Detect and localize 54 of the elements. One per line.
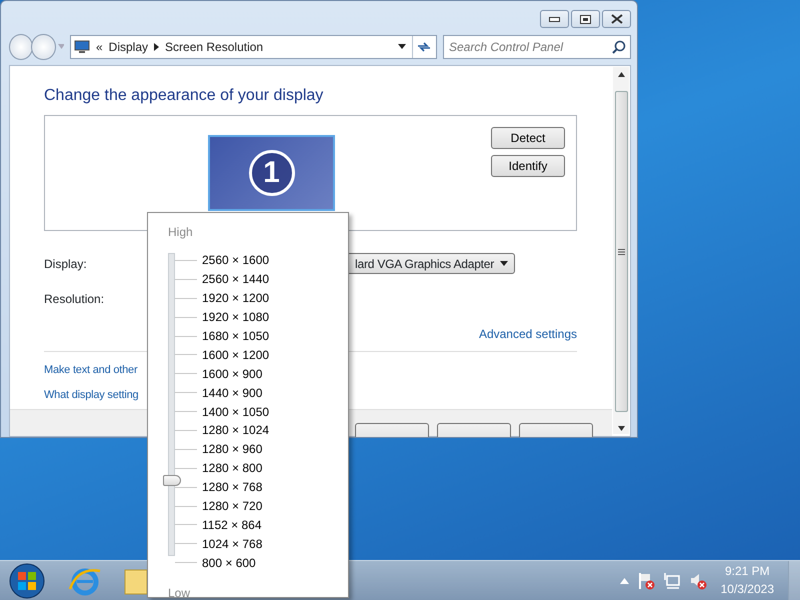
resolution-option[interactable]: 1600 × 1200 — [199, 346, 272, 364]
close-icon — [610, 14, 622, 24]
field-label: Resolution: — [44, 290, 104, 308]
help-link[interactable]: Make text and other — [44, 364, 138, 376]
resolution-option[interactable]: 2560 × 1600 — [199, 251, 272, 270]
forward-button[interactable] — [31, 34, 56, 60]
show-hidden-icons-button[interactable] — [620, 578, 629, 584]
scroll-bar[interactable] — [613, 67, 629, 434]
resolution-option[interactable]: 1024 × 768 — [199, 534, 266, 553]
high-label: High — [168, 224, 194, 241]
help-link[interactable]: What display setting — [44, 389, 138, 402]
address-bar[interactable]: « Display Screen Resolution — [70, 34, 437, 58]
slider-thumb[interactable] — [163, 474, 181, 486]
resolution-option[interactable]: 1280 × 720 — [199, 497, 266, 516]
back-button[interactable] — [9, 34, 34, 60]
dialog-button[interactable]: Detect — [491, 127, 565, 150]
monitor-icon — [74, 40, 90, 54]
resolution-option[interactable]: 800 × 600 — [199, 554, 259, 572]
low-label: Low — [168, 585, 192, 600]
dropdown-icon[interactable] — [398, 44, 406, 49]
restore-icon — [580, 14, 591, 24]
breadcrumb-link[interactable]: Screen Resolution — [165, 38, 264, 56]
flag-icon[interactable] — [636, 572, 655, 590]
resolution-option[interactable]: 1920 × 1200 — [199, 289, 272, 308]
search-field[interactable]: Search Control Panel — [442, 34, 631, 58]
field-label: Display: — [44, 256, 87, 273]
resolution-option[interactable]: 1680 × 1050 — [199, 327, 272, 345]
network-icon[interactable] — [662, 572, 681, 590]
resolution-option[interactable]: 1440 × 900 — [199, 384, 266, 402]
resolution-option[interactable]: 1280 × 800 — [199, 459, 266, 478]
start-button[interactable] — [8, 562, 46, 600]
caret-icon — [500, 261, 508, 266]
speaker-muted-icon[interactable] — [688, 572, 707, 590]
resolution-option[interactable]: 1280 × 768 — [199, 478, 266, 496]
dialog-button[interactable]: Identify — [491, 155, 565, 178]
page-heading: Change the appearance of your display — [44, 86, 324, 106]
advanced-settings-link[interactable]: Advanced settings — [478, 325, 577, 344]
minimize-icon — [549, 16, 560, 22]
breadcrumb-link[interactable]: Display — [108, 38, 148, 56]
resolution-option[interactable]: 1600 × 900 — [199, 364, 266, 383]
close-button[interactable] — [602, 10, 631, 28]
resolution-option[interactable]: 1280 × 1024 — [199, 421, 272, 440]
resolution-option[interactable]: 1152 × 864 — [199, 516, 265, 534]
breadcrumb-arrow-icon[interactable] — [154, 42, 160, 50]
chevron-icon[interactable]: « — [96, 38, 103, 56]
restore-button[interactable] — [571, 10, 600, 28]
resolution-option[interactable]: 1400 × 1050 — [199, 402, 272, 421]
minimize-button[interactable] — [540, 10, 569, 28]
resolution-option[interactable]: 1280 × 960 — [199, 440, 266, 458]
resolution-option[interactable]: 1920 × 1080 — [199, 308, 272, 326]
resolution-option[interactable]: 2560 × 1440 — [199, 270, 272, 288]
monitor-icon[interactable]: 1 — [208, 135, 335, 212]
search-icon — [612, 40, 626, 54]
refresh-icon — [417, 40, 432, 52]
